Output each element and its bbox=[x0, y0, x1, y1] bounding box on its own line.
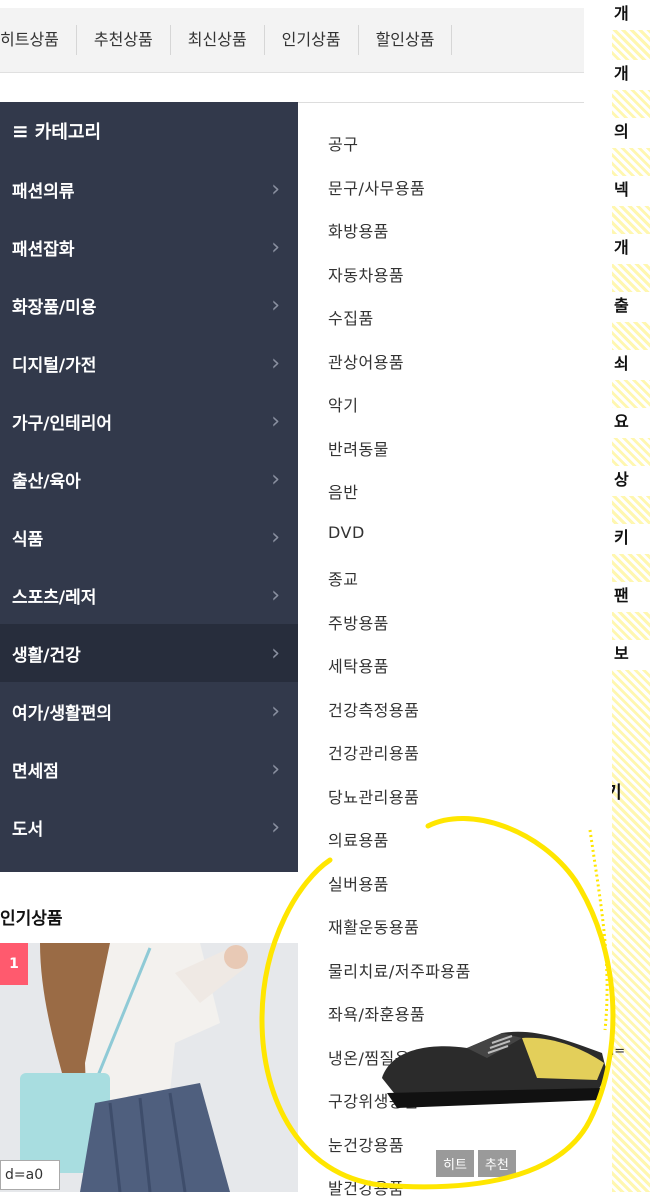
top-tab[interactable]: 인기상품 bbox=[265, 25, 359, 55]
right-panel-item[interactable]: 팬 bbox=[612, 582, 650, 612]
category-item-label: 출산/육아 bbox=[12, 471, 81, 492]
subcategory-item[interactable]: 자동차용품 bbox=[328, 262, 404, 286]
subcategory-item[interactable]: 반려동물 bbox=[328, 436, 389, 460]
category-item-label: 화장품/미용 bbox=[12, 297, 97, 318]
subcategory-item[interactable]: 수집품 bbox=[328, 305, 374, 329]
category-item[interactable]: 면세점 › bbox=[0, 740, 298, 798]
category-item[interactable]: 도서 › bbox=[0, 798, 298, 856]
subcategory-item[interactable]: 당뇨관리용품 bbox=[328, 784, 419, 808]
category-item-label: 패션의류 bbox=[12, 181, 75, 202]
category-item[interactable]: 스포츠/레저 › bbox=[0, 566, 298, 624]
subcategory-item[interactable]: 건강관리용품 bbox=[328, 740, 419, 764]
product-badges: 히트 추천 bbox=[436, 1150, 516, 1177]
category-item[interactable]: 가구/인테리어 › bbox=[0, 392, 298, 450]
category-item[interactable]: 출산/육아 › bbox=[0, 450, 298, 508]
category-item-label: 여가/생활편의 bbox=[12, 703, 113, 724]
shoe-product-image[interactable] bbox=[372, 1008, 612, 1118]
category-item[interactable]: 생활/건강 › bbox=[0, 624, 298, 682]
product-image[interactable] bbox=[0, 943, 298, 1192]
chevron-right-icon: › bbox=[271, 582, 280, 608]
right-panel-item[interactable]: 보 bbox=[612, 640, 650, 670]
product-badge: 추천 bbox=[477, 1150, 516, 1177]
chevron-right-icon: › bbox=[271, 524, 280, 550]
subcategory-item[interactable]: 종교 bbox=[328, 566, 358, 590]
chevron-right-icon: › bbox=[271, 292, 280, 318]
product-photo-woman bbox=[0, 943, 298, 1192]
top-tab[interactable]: 할인상품 bbox=[359, 25, 453, 55]
product-code-tag: d=a0 bbox=[0, 1160, 60, 1190]
subcategory-item[interactable]: 관상어용품 bbox=[328, 349, 404, 373]
category-item[interactable]: 패션의류 › bbox=[0, 160, 298, 218]
subcategory-item[interactable]: 눈건강용품 bbox=[328, 1132, 404, 1156]
chevron-right-icon: › bbox=[271, 698, 280, 724]
right-panel-item[interactable]: 개 bbox=[612, 234, 650, 264]
top-tab[interactable]: 히트상품 bbox=[0, 25, 77, 55]
subcategory-item[interactable]: 악기 bbox=[328, 392, 358, 416]
subcategory-item[interactable]: 의료용품 bbox=[328, 827, 389, 851]
chevron-right-icon: › bbox=[271, 176, 280, 202]
subcategory-item[interactable]: 건강측정용품 bbox=[328, 697, 419, 721]
right-panel-item[interactable]: 개 bbox=[612, 0, 650, 30]
right-side-panel: 기 d= 개개의넥개출쇠요상키팬보 bbox=[612, 0, 650, 1192]
category-menu: ≡ 카테고리 패션의류 › 패션잡화 › 화장품/미용 › 디지털/가전 › 가구/인테리어 › 출… bbox=[0, 102, 298, 872]
category-item-label: 면세점 bbox=[12, 761, 59, 782]
subcategory-item[interactable]: 발건강용품 bbox=[328, 1175, 404, 1199]
category-menu-header[interactable]: ≡ 카테고리 bbox=[0, 102, 298, 160]
popular-section-title: 인기상품 bbox=[0, 909, 63, 929]
right-panel-item[interactable]: 넥 bbox=[612, 176, 650, 206]
category-item[interactable]: 식품 › bbox=[0, 508, 298, 566]
chevron-right-icon: › bbox=[271, 466, 280, 492]
subcategory-item[interactable]: 물리치료/저주파용품 bbox=[328, 958, 471, 982]
subcategory-item[interactable]: 화방용품 bbox=[328, 218, 389, 242]
chevron-right-icon: › bbox=[271, 234, 280, 260]
subcategory-item[interactable]: 실버용품 bbox=[328, 871, 389, 895]
chevron-right-icon: › bbox=[271, 640, 280, 666]
chevron-right-icon: › bbox=[271, 350, 280, 376]
subcategory-item[interactable]: 공구 bbox=[328, 131, 358, 155]
right-panel-item[interactable]: 의 bbox=[612, 118, 650, 148]
subcategory-item[interactable]: DVD bbox=[328, 523, 365, 542]
chevron-right-icon: › bbox=[271, 814, 280, 840]
subcategory-item[interactable]: 재활운동용품 bbox=[328, 914, 419, 938]
category-item-label: 식품 bbox=[12, 529, 44, 550]
rank-badge: 1 bbox=[0, 943, 28, 985]
subcategory-item[interactable]: 세탁용품 bbox=[328, 653, 389, 677]
top-tab[interactable]: 최신상품 bbox=[171, 25, 265, 55]
right-section-label: 기 bbox=[612, 783, 622, 803]
right-panel-item[interactable]: 상 bbox=[612, 466, 650, 496]
chevron-right-icon: › bbox=[271, 408, 280, 434]
category-item-label: 도서 bbox=[12, 819, 44, 840]
top-tab-bar: 히트상품 추천상품 최신상품 인기상품 할인상품 bbox=[0, 8, 584, 73]
category-item-label: 디지털/가전 bbox=[12, 355, 97, 376]
category-item[interactable]: 화장품/미용 › bbox=[0, 276, 298, 334]
category-item[interactable]: 여가/생활편의 › bbox=[0, 682, 298, 740]
subcategory-item[interactable]: 문구/사무용품 bbox=[328, 175, 425, 199]
top-tab[interactable]: 추천상품 bbox=[77, 25, 171, 55]
right-panel-item[interactable]: 출 bbox=[612, 292, 650, 322]
product-badge: 히트 bbox=[436, 1150, 474, 1177]
subcategory-item[interactable]: 주방용품 bbox=[328, 610, 389, 634]
category-item-label: 생활/건강 bbox=[12, 645, 81, 666]
category-item-label: 패션잡화 bbox=[12, 239, 75, 260]
right-panel-item[interactable]: 요 bbox=[612, 408, 650, 438]
subcategory-item[interactable]: 음반 bbox=[328, 479, 358, 503]
category-item[interactable]: 패션잡화 › bbox=[0, 218, 298, 276]
category-item-label: 스포츠/레저 bbox=[12, 587, 97, 608]
chevron-right-icon: › bbox=[271, 756, 280, 782]
right-panel-item[interactable]: 쇠 bbox=[612, 350, 650, 380]
right-panel-item[interactable]: 개 bbox=[612, 60, 650, 90]
right-panel-item[interactable]: 키 bbox=[612, 524, 650, 554]
right-code-fragment: d= bbox=[612, 1044, 626, 1059]
category-item-label: 가구/인테리어 bbox=[12, 413, 113, 434]
category-header-label: 카테고리 bbox=[34, 122, 102, 143]
category-item[interactable]: 디지털/가전 › bbox=[0, 334, 298, 392]
hamburger-icon: ≡ bbox=[12, 119, 29, 143]
